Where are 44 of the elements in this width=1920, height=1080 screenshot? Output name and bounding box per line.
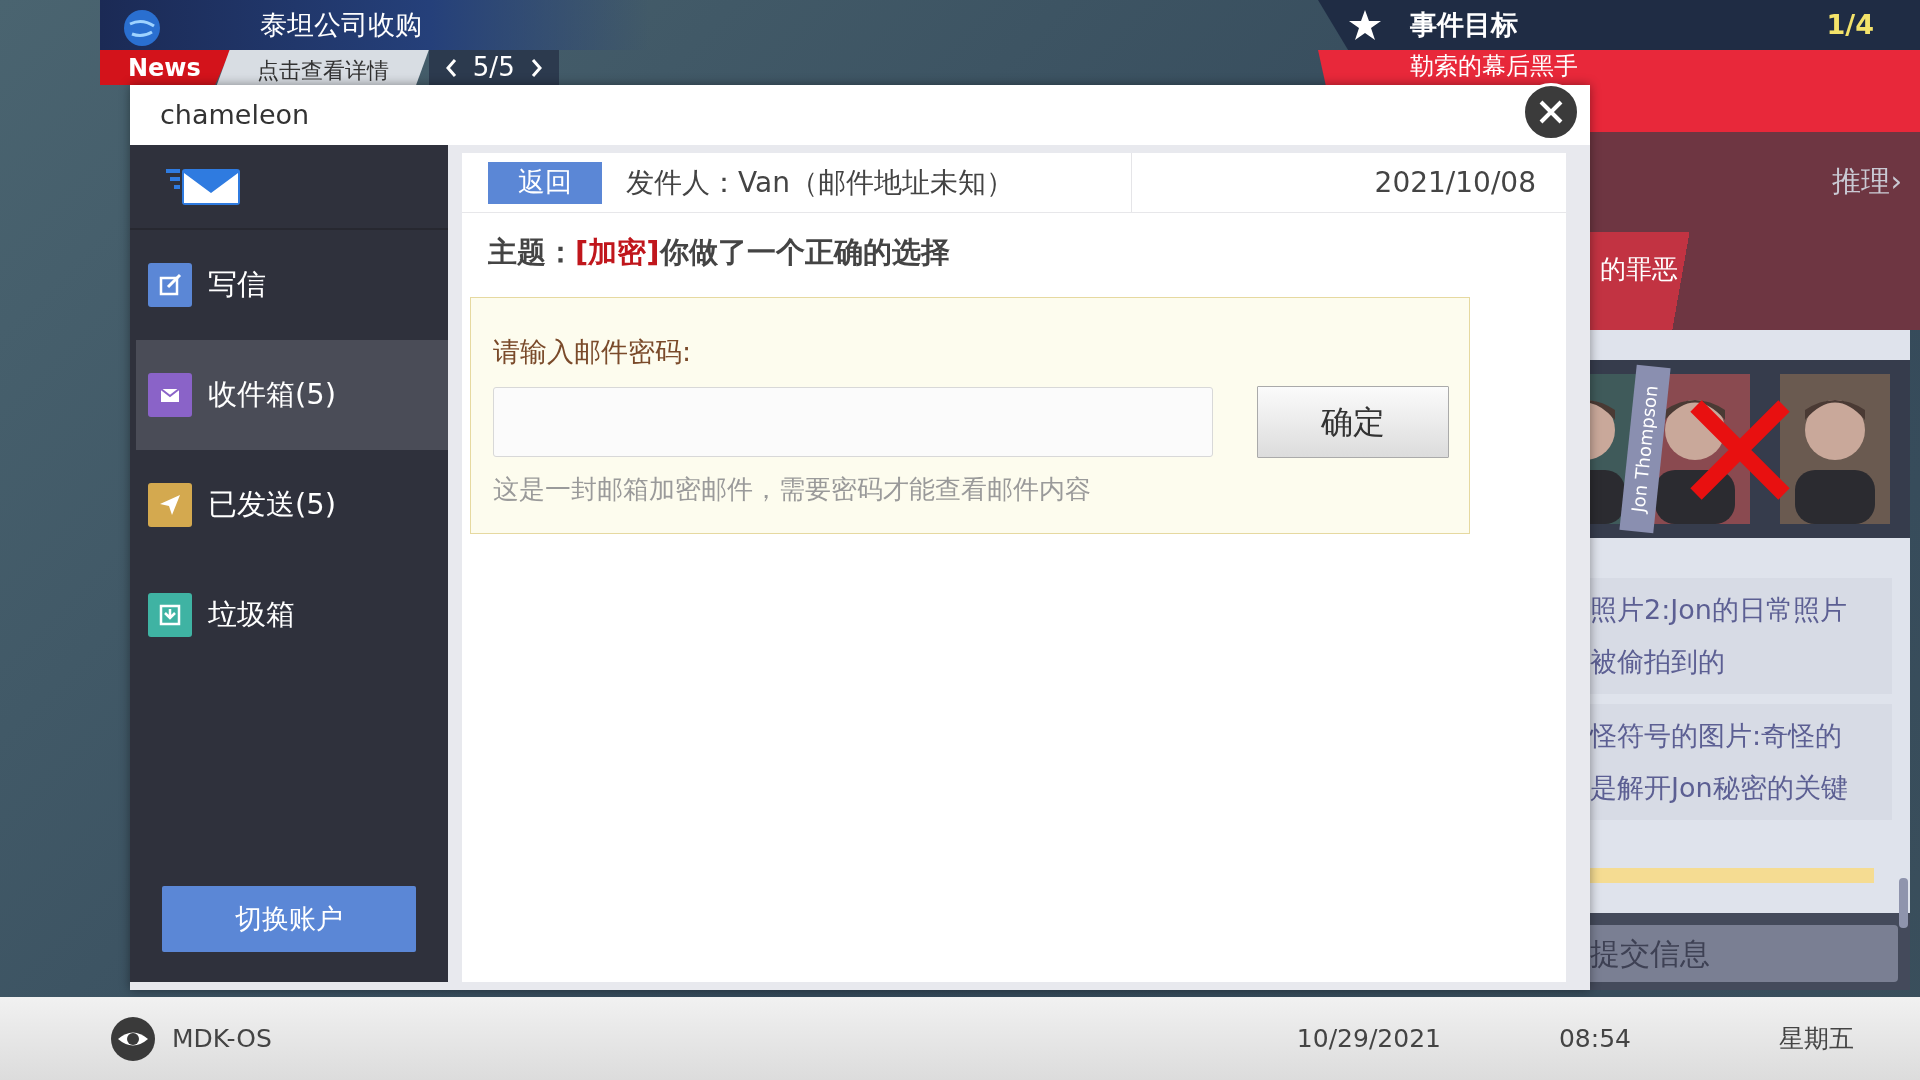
envelope-icon: [148, 373, 192, 417]
paper-plane-icon: [148, 483, 192, 527]
note-text: 怪符号的图片:奇怪的: [1590, 719, 1844, 753]
switch-account-button[interactable]: 切换账户: [162, 886, 416, 952]
password-field[interactable]: [493, 387, 1213, 457]
date-text: 2021/10/08: [1374, 164, 1536, 201]
field-label: 请输入邮件密码:: [493, 334, 693, 369]
folder-item[interactable]: 已发送(5): [130, 450, 448, 560]
scrollbar-thumb[interactable]: [1899, 878, 1908, 928]
folder-label: 已发送(5): [208, 486, 337, 524]
news-headline: 泰坦公司收购: [260, 7, 422, 42]
back-button[interactable]: 返回: [488, 161, 602, 204]
confirm-button[interactable]: 确定: [1257, 386, 1449, 458]
edit-icon: [148, 263, 192, 307]
eye-logo-icon: [110, 1015, 156, 1062]
clue-text: 的罪恶: [1600, 254, 1678, 284]
taskbar-weekday: 星期五: [1779, 1022, 1854, 1055]
page-indicator: 5/5: [472, 51, 515, 84]
details-link[interactable]: 点击查看详情: [216, 50, 429, 85]
note-text: 是解开Jon秘密的关键: [1590, 771, 1849, 805]
star-icon: [1348, 9, 1382, 41]
sender-text: 发件人：Van（邮件地址未知）: [626, 164, 1014, 201]
hint-text: 这是一封邮箱加密邮件，需要密码才能查看邮件内容: [493, 473, 1092, 506]
taskbar-time: 08:54: [1558, 1022, 1631, 1055]
folder-label: 收件箱(5): [208, 376, 337, 414]
objective-text: 勒索的幕后黑手: [1410, 52, 1578, 80]
mail-logo-icon: [166, 166, 242, 207]
window-title: chameleon: [160, 97, 310, 132]
subject-text: 主题：[加密]你做了一个正确的选择: [487, 234, 951, 271]
folder-item[interactable]: 写信: [130, 230, 448, 340]
folder-item[interactable]: 垃圾箱: [130, 560, 448, 670]
reasoning-link[interactable]: 推理›: [1832, 160, 1902, 204]
cross-icon: [1690, 400, 1790, 500]
folder-label: 写信: [208, 266, 266, 304]
folder-label: 垃圾箱: [208, 596, 295, 634]
note-text: 被偷拍到的: [1590, 645, 1726, 679]
taskbar-date: 10/29/2021: [1296, 1022, 1441, 1055]
os-name: MDK-OS: [172, 1022, 272, 1055]
folder-item[interactable]: 收件箱(5): [136, 340, 448, 450]
objective-title: 事件目标: [1410, 7, 1518, 42]
tray-icon: [148, 593, 192, 637]
globe-icon: [122, 8, 162, 48]
close-icon: [1537, 98, 1565, 126]
note-text: 照片2:Jon的日常照片: [1590, 593, 1848, 627]
